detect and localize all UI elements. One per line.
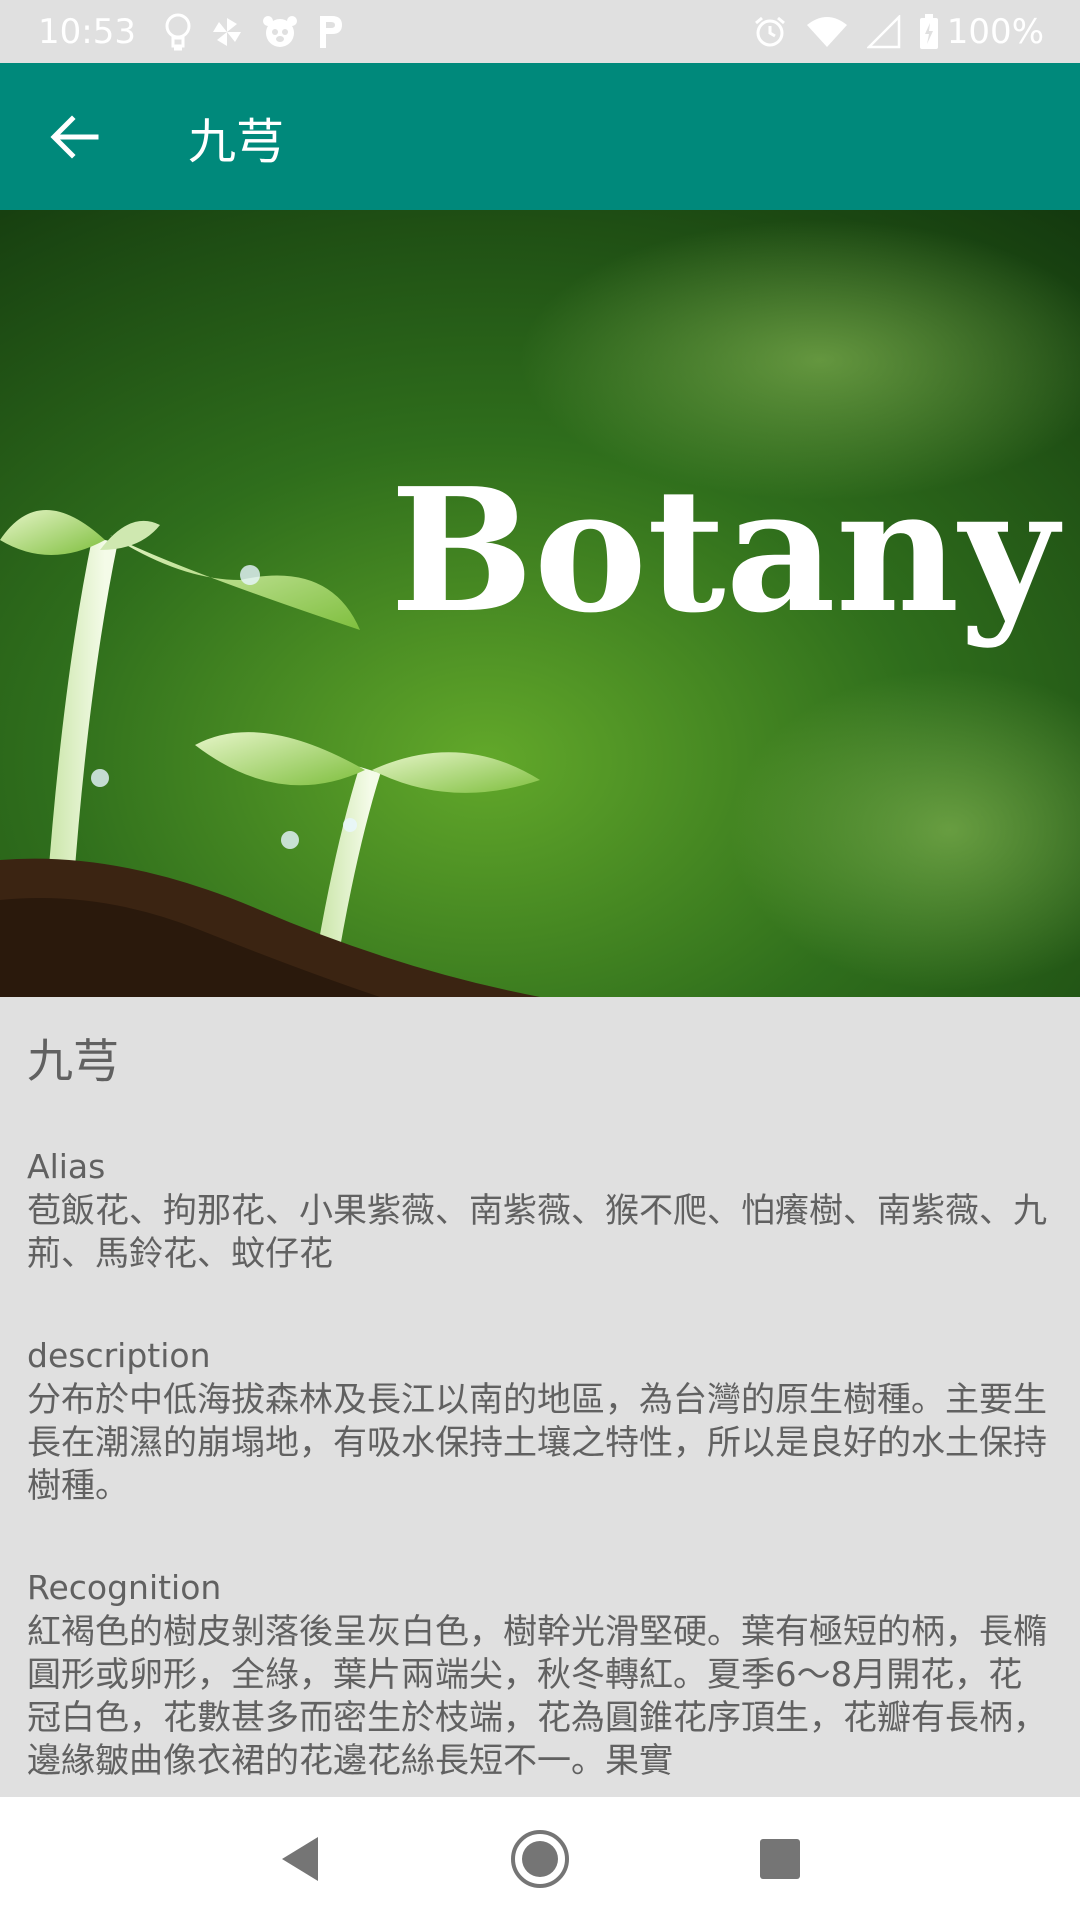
page-title: 九芎 [188,113,285,170]
status-bar: 10:53 100% [0,0,1080,63]
arrow-left-icon [50,114,99,159]
home-circle-icon [511,1829,569,1888]
wifi-icon [805,15,849,49]
nav-recents-button[interactable] [740,1819,820,1899]
description-label: description [27,1336,211,1375]
back-triangle-icon [282,1836,318,1881]
hero-text: Botany [390,451,1062,651]
recognition-text: 紅褐色的樹皮剝落後呈灰白色，樹幹光滑堅硬。葉有極短的柄，長橢圓形或卵形，全綠，葉… [27,1612,1047,1781]
hero-image: Botany [0,210,1080,997]
alias-text: 苞飯花、拘那花、小果紫薇、南紫薇、猴不爬、怕癢樹、南紫薇、九荊、馬鈴花、蚊仔花 [27,1191,1047,1274]
alias-label: Alias [27,1147,106,1186]
bear-icon [262,15,298,49]
signal-icon [866,14,901,49]
p-icon [316,14,344,50]
plant-detail: 九芎 Alias 苞飯花、拘那花、小果紫薇、南紫薇、猴不爬、怕癢樹、南紫薇、九荊… [0,997,1080,1797]
bulb-icon [164,12,192,52]
navigation-bar [0,1797,1080,1920]
pinwheel-icon [210,15,244,49]
nav-home-button[interactable] [500,1819,580,1899]
back-button[interactable] [0,63,150,210]
recents-square-icon [760,1838,800,1879]
battery-percent: 100% [946,11,1044,52]
nav-back-button[interactable] [260,1819,340,1899]
plant-name: 九芎 [27,1034,119,1088]
app-bar: 九芎 [0,63,1080,210]
battery-icon [919,13,939,50]
status-time: 10:53 [38,11,136,52]
alarm-icon [753,15,787,49]
description-text: 分布於中低海拔森林及長江以南的地區，為台灣的原生樹種。主要生長在潮濕的崩塌地，有… [27,1380,1047,1506]
recognition-label: Recognition [27,1568,222,1607]
